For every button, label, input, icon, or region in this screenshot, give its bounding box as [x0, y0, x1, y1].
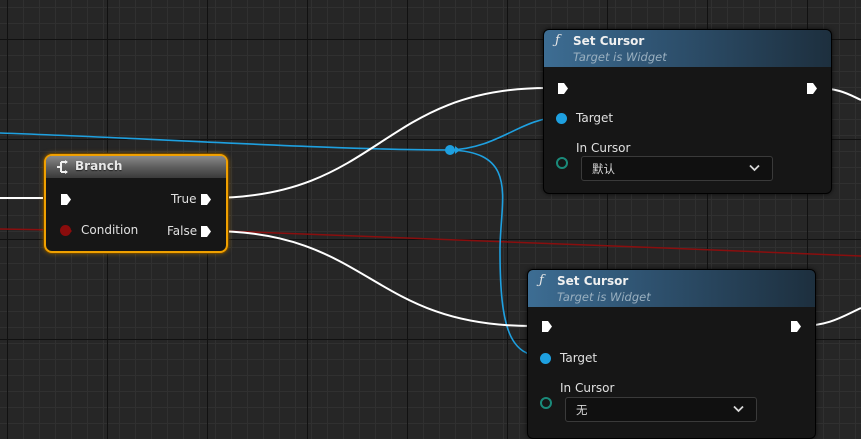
- set-cursor-bottom-subtitle: Target is Widget: [557, 290, 651, 304]
- chevron-down-icon: [733, 405, 744, 413]
- set-cursor-top-in-cursor-dropdown[interactable]: 默认: [581, 156, 773, 181]
- set-cursor-bottom-target-label: Target: [560, 351, 598, 365]
- branch-title: Branch: [75, 159, 123, 173]
- set-cursor-top-exec-out-pin[interactable]: [806, 82, 818, 95]
- branch-false-exec-pin[interactable]: [200, 225, 212, 238]
- reroute-node[interactable]: [445, 145, 455, 155]
- function-icon: ƒ: [555, 33, 560, 48]
- branch-node-header[interactable]: Branch: [46, 156, 226, 178]
- branch-true-label: True: [171, 192, 197, 206]
- branch-exec-in-pin[interactable]: [60, 193, 72, 206]
- set-cursor-top-in-cursor-pin[interactable]: [556, 157, 568, 169]
- set-cursor-node-top[interactable]: ƒ Set Cursor Target is Widget Target In …: [543, 29, 832, 194]
- set-cursor-bottom-exec-out-pin[interactable]: [790, 320, 802, 333]
- exec-wire-false: [209, 230, 532, 327]
- exec-wire-true: [209, 87, 548, 199]
- branch-true-exec-pin[interactable]: [200, 193, 212, 206]
- set-cursor-bottom-target-pin[interactable]: [540, 353, 551, 364]
- function-icon: ƒ: [539, 273, 544, 288]
- set-cursor-top-subtitle: Target is Widget: [573, 50, 667, 64]
- set-cursor-bottom-in-cursor-pin[interactable]: [540, 397, 552, 409]
- set-cursor-top-target-label: Target: [576, 111, 614, 125]
- set-cursor-top-in-cursor-value: 默认: [592, 162, 615, 176]
- set-cursor-bottom-in-cursor-dropdown[interactable]: 无: [565, 397, 757, 422]
- set-cursor-bottom-in-cursor-value: 无: [576, 403, 588, 417]
- set-cursor-node-bottom[interactable]: ƒ Set Cursor Target is Widget Target In …: [527, 269, 816, 439]
- set-cursor-bottom-in-cursor-label: In Cursor: [560, 381, 615, 395]
- set-cursor-top-header[interactable]: ƒ Set Cursor Target is Widget: [544, 30, 831, 67]
- set-cursor-bottom-title: Set Cursor: [557, 274, 629, 288]
- branch-icon: [57, 160, 68, 174]
- set-cursor-top-in-cursor-label: In Cursor: [576, 141, 631, 155]
- branch-false-label: False: [167, 224, 198, 238]
- condition-label: Condition: [81, 223, 139, 237]
- set-cursor-bottom-header[interactable]: ƒ Set Cursor Target is Widget: [528, 270, 815, 307]
- chevron-down-icon: [749, 164, 760, 172]
- branch-node[interactable]: Branch True Condition False: [44, 154, 228, 253]
- set-cursor-bottom-exec-in-pin[interactable]: [541, 320, 553, 333]
- set-cursor-top-title: Set Cursor: [573, 34, 645, 48]
- set-cursor-top-target-pin[interactable]: [556, 113, 567, 124]
- set-cursor-top-exec-in-pin[interactable]: [557, 82, 569, 95]
- condition-pin-arrow: [68, 227, 72, 235]
